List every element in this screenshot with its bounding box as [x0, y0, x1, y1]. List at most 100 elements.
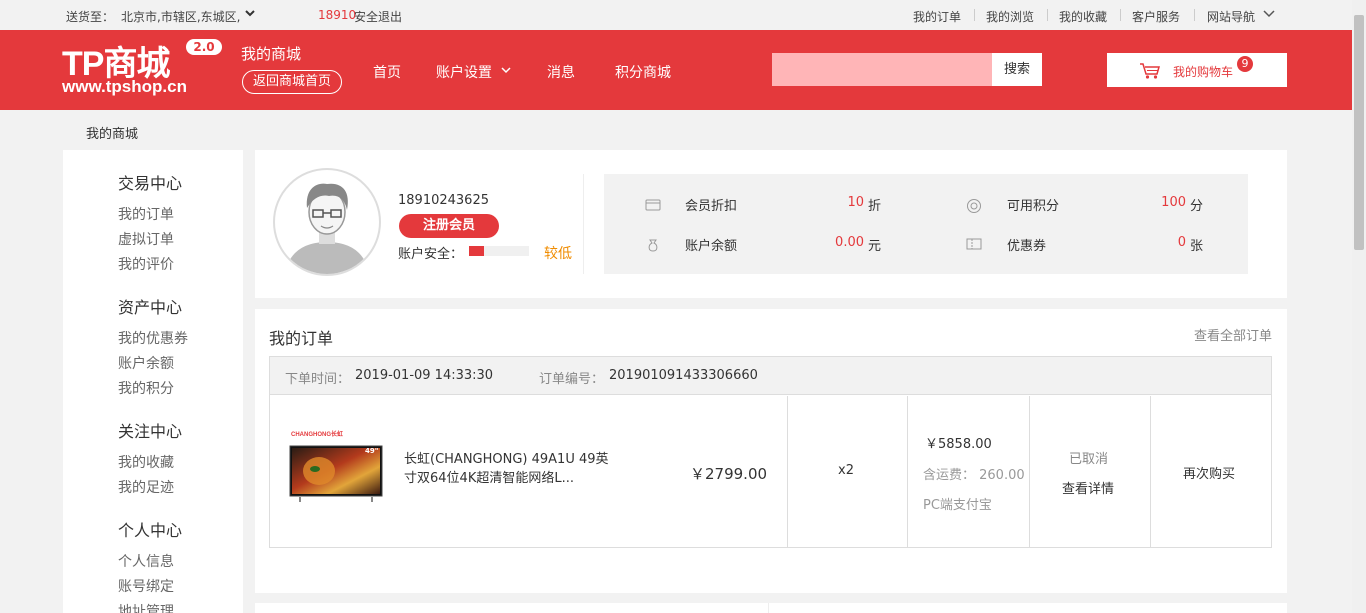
header: TP商城 2.0 www.tpshop.cn 我的商城 返回商城首页 首页 账户…: [0, 30, 1366, 110]
sidebar: 交易中心 我的订单 虚拟订单 我的评价 资产中心 我的优惠券 账户余额 我的积分…: [63, 150, 243, 613]
toplink-customer-service[interactable]: 客户服务: [1132, 8, 1180, 25]
order-time: 2019-01-09 14:33:30: [355, 368, 494, 383]
sidebar-item-points[interactable]: 我的积分: [118, 378, 174, 398]
order-card: 下单时间： 2019-01-09 14:33:30 订单编号： 20190109…: [269, 356, 1272, 548]
nav-home[interactable]: 首页: [373, 62, 401, 82]
stat-unit-points: 分: [1190, 199, 1204, 214]
column-divider: [1029, 396, 1150, 547]
sidebar-item-address[interactable]: 地址管理: [118, 601, 174, 613]
nav-messages[interactable]: 消息: [547, 62, 575, 82]
product-name-link[interactable]: 长虹(CHANGHONG) 49A1U 49英寸双64位4K超清智能网络L...: [404, 450, 609, 488]
avatar[interactable]: [273, 168, 381, 276]
product-quantity: x2: [838, 463, 854, 478]
product-brand-logo: CHANGHONG长虹: [291, 432, 343, 438]
coupon-icon: [966, 237, 982, 251]
top-bar: 送货至： 北京市,市辖区,东城区, 18910 安全退出 我的订单 我的浏览 我…: [0, 0, 1366, 30]
stat-value-coupons[interactable]: 0: [1126, 235, 1186, 250]
order-status: 已取消: [1069, 452, 1109, 467]
order-header: 下单时间： 2019-01-09 14:33:30 订单编号： 20190109…: [270, 357, 1271, 395]
divider: [1047, 9, 1048, 21]
deliver-location[interactable]: 北京市,市辖区,东城区,: [121, 8, 240, 25]
order-number: 201901091433306660: [609, 368, 758, 383]
order-shipping: 含运费： 260.00: [923, 468, 1025, 483]
logout-link[interactable]: 安全退出: [354, 8, 402, 25]
buy-again-button[interactable]: 再次购买: [1183, 463, 1235, 482]
sidebar-item-my-reviews[interactable]: 我的评价: [118, 254, 174, 274]
sidebar-item-account-binding[interactable]: 账号绑定: [118, 576, 174, 596]
stat-label-points: 可用积分: [1007, 199, 1060, 214]
stat-value-discount[interactable]: 10: [804, 195, 864, 210]
security-progress-bar: [469, 246, 529, 256]
chevron-down-icon[interactable]: [500, 64, 512, 80]
product-image[interactable]: CHANGHONG长虹 49": [289, 429, 383, 502]
stat-value-balance[interactable]: 0.00: [804, 235, 864, 250]
logo-version-badge: 2.0: [186, 39, 222, 55]
divider: [1194, 9, 1195, 21]
sidebar-item-favorites[interactable]: 我的收藏: [118, 452, 174, 472]
cart-label: 我的购物车: [1173, 65, 1234, 79]
divider: [974, 9, 975, 21]
user-phone: 18910243625: [398, 193, 489, 208]
sidebar-section-trade: 交易中心: [118, 174, 183, 193]
order-number-label: 订单编号：: [539, 372, 605, 387]
divider: [1120, 9, 1121, 21]
sidebar-item-footprints[interactable]: 我的足迹: [118, 477, 174, 497]
order-time-label: 下单时间：: [285, 372, 351, 387]
order-payment-method: PC端支付宝: [923, 498, 992, 513]
sidebar-item-balance[interactable]: 账户余额: [118, 353, 174, 373]
sidebar-section-follow: 关注中心: [118, 422, 183, 441]
scrollbar-thumb[interactable]: [1354, 15, 1364, 250]
sidebar-section-assets: 资产中心: [118, 298, 183, 317]
nav-account-settings[interactable]: 账户设置: [436, 62, 492, 82]
cart-count-badge: 9: [1237, 56, 1253, 72]
stat-unit-discount: 折: [868, 199, 882, 214]
cart-icon: [1139, 62, 1161, 84]
search-button[interactable]: 搜索: [992, 53, 1042, 86]
divider: [583, 174, 584, 274]
money-bag-icon: [645, 237, 661, 252]
user-phone-link[interactable]: 18910: [318, 8, 356, 22]
product-unit-price: ￥2799.00: [690, 465, 768, 483]
toplink-site-nav[interactable]: 网站导航: [1207, 8, 1255, 25]
product-size-badge: 49": [365, 447, 379, 455]
toplink-browsing[interactable]: 我的浏览: [986, 8, 1034, 25]
security-label: 账户安全：: [398, 247, 464, 262]
next-panel: [255, 603, 1287, 613]
chevron-down-icon[interactable]: [244, 7, 256, 22]
orders-panel: 我的订单 查看全部订单 下单时间： 2019-01-09 14:33:30 订单…: [255, 309, 1287, 593]
vertical-scrollbar[interactable]: [1352, 0, 1366, 613]
profile-panel: 18910243625 注册会员 账户安全： 较低 会员折扣 10 折 可用积分…: [255, 150, 1287, 298]
stat-label-discount: 会员折扣: [685, 199, 738, 214]
toplink-favorites[interactable]: 我的收藏: [1059, 8, 1107, 25]
sidebar-item-virtual-orders[interactable]: 虚拟订单: [118, 229, 174, 249]
points-icon: [966, 198, 982, 213]
card-icon: [645, 198, 661, 212]
orders-title: 我的订单: [269, 329, 334, 348]
stat-value-points[interactable]: 100: [1126, 195, 1186, 210]
sidebar-item-personal-info[interactable]: 个人信息: [118, 551, 174, 571]
sidebar-item-my-orders[interactable]: 我的订单: [118, 204, 174, 224]
stat-unit-balance: 元: [868, 239, 882, 254]
sidebar-section-personal: 个人中心: [118, 521, 183, 540]
deliver-label: 送货至：: [66, 10, 115, 24]
toplink-my-orders[interactable]: 我的订单: [913, 8, 961, 25]
view-details-link[interactable]: 查看详情: [1062, 478, 1114, 497]
sidebar-item-coupons[interactable]: 我的优惠券: [118, 328, 188, 348]
security-level[interactable]: 较低: [544, 243, 572, 263]
nav-points-mall[interactable]: 积分商城: [615, 62, 671, 82]
stat-label-coupons: 优惠券: [1007, 239, 1047, 254]
breadcrumb[interactable]: 我的商城: [86, 123, 138, 142]
stat-label-balance: 账户余额: [685, 239, 738, 254]
cart-button[interactable]: 我的购物车 9: [1107, 53, 1287, 87]
order-total: ￥5858.00: [925, 437, 992, 452]
divider: [768, 603, 769, 613]
stat-unit-coupons: 张: [1190, 239, 1204, 254]
search-input[interactable]: [772, 53, 992, 86]
security-progress-fill: [469, 246, 484, 256]
chevron-down-icon[interactable]: [1262, 7, 1276, 22]
register-member-button[interactable]: 注册会员: [399, 214, 499, 238]
view-all-orders-link[interactable]: 查看全部订单: [1194, 325, 1272, 344]
account-stats: 会员折扣 10 折 可用积分 100 分 账户余额 0.00 元 优惠券 0 张: [604, 174, 1248, 274]
logo-url[interactable]: www.tpshop.cn: [62, 77, 187, 97]
back-home-button[interactable]: 返回商城首页: [242, 70, 342, 94]
